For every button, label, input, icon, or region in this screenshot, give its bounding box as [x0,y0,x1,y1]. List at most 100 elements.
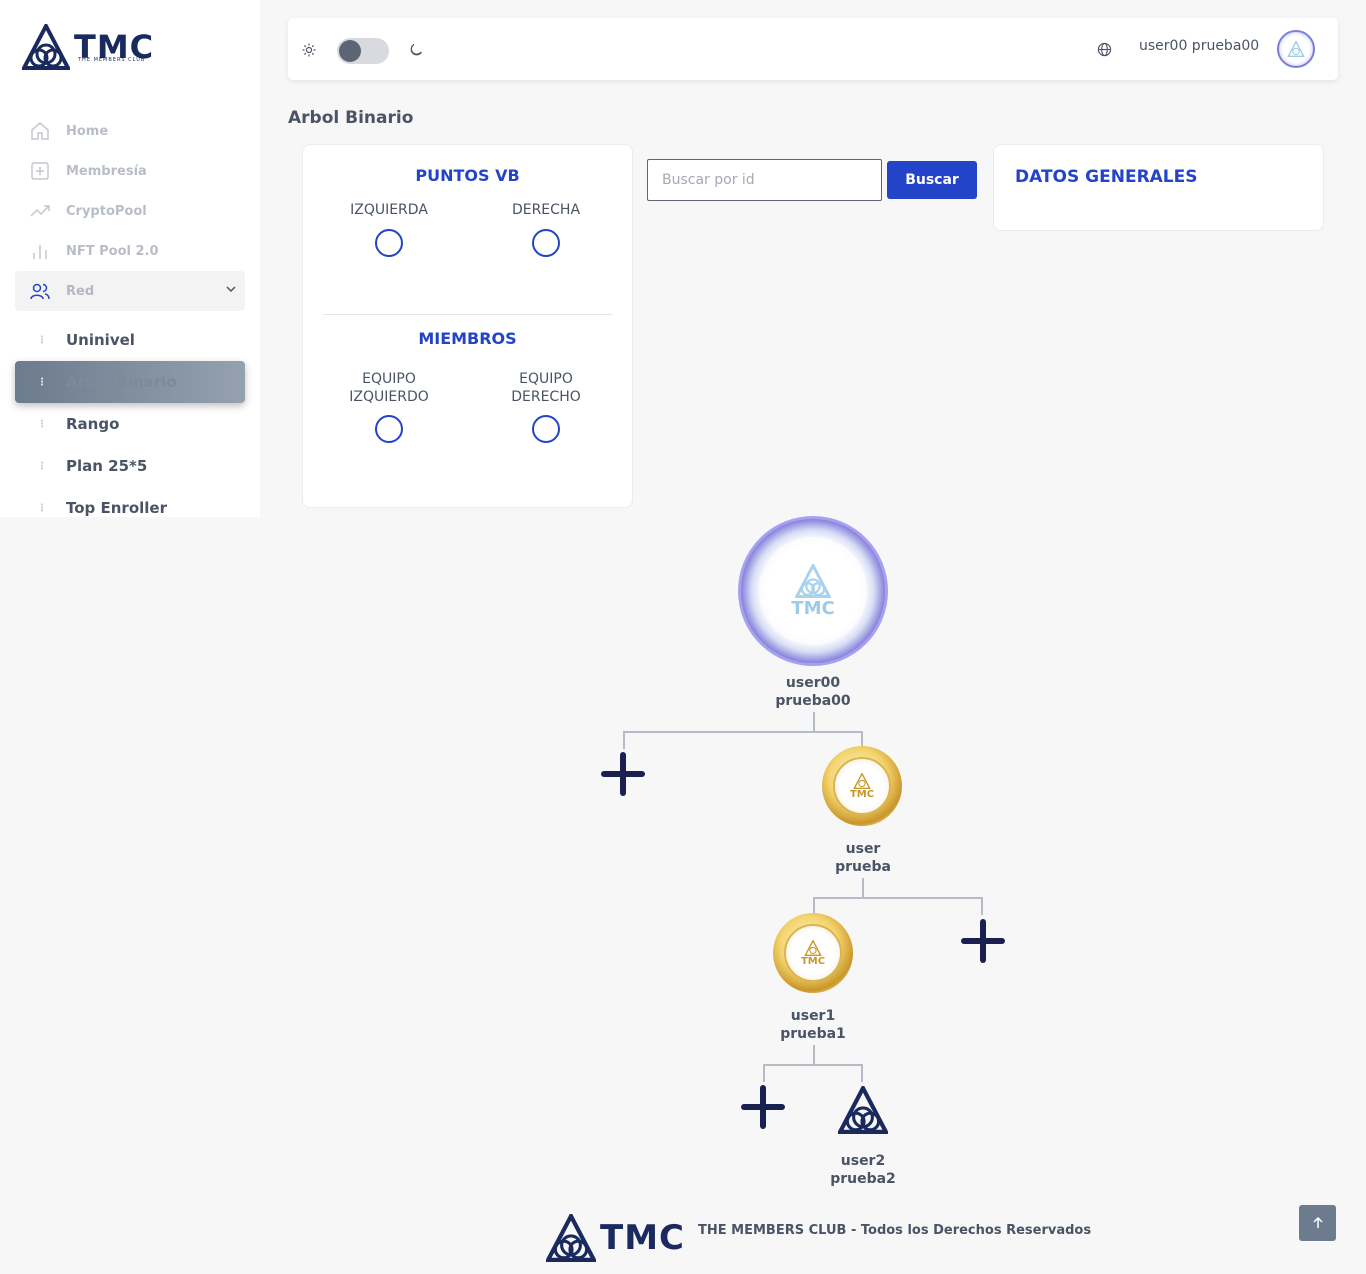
dots-vertical-icon: ⋮ [37,418,47,430]
sidebar-item-cryptopool[interactable]: CryptoPool [15,191,245,231]
moon-icon[interactable] [409,42,423,61]
sidebar-item-label: Membresía [66,163,147,179]
tree-node-user1-label[interactable]: user1 prueba1 [733,1007,893,1043]
tree-connector [763,1064,863,1066]
add-left-node-button[interactable] [741,1085,785,1129]
add-left-node-button[interactable] [601,752,645,796]
sidebar-subitem-label: Plan 25*5 [66,457,148,475]
search-input[interactable] [647,159,882,201]
tree-node-root-avatar[interactable]: TMC [738,516,888,666]
node-first-name: user1 [790,1008,836,1024]
plus-square-icon [30,161,50,181]
tree-node-root-label[interactable]: user00 prueba00 [733,674,893,710]
main-nav: Home Membresía CryptoPool NFT Pool 2.0 R… [15,111,245,529]
left-points-label: IZQUIERDA [350,202,428,218]
puntos-title: PUNTOS VB [415,166,520,185]
sun-icon[interactable] [302,42,316,61]
sidebar-subitem-uninivel[interactable]: ⋮ Uninivel [15,319,245,361]
tmc-emblem-icon [836,1083,890,1134]
red-submenu: ⋮ Uninivel ⋮ Arbol Binario ⋮ Rango ⋮ Pla… [15,319,245,529]
miembros-title: MIEMBROS [418,329,517,348]
tree-node-user2-label[interactable]: user2 prueba2 [783,1152,943,1188]
toggle-knob [339,40,361,62]
sidebar-item-label: CryptoPool [66,203,147,219]
tree-node-user-label[interactable]: user prueba [783,840,943,876]
team-right-label: EQUIPO DERECHO [511,371,581,405]
arrow-up-icon [1312,1217,1323,1228]
node-last-name: prueba [835,859,891,875]
sidebar-item-nft-pool[interactable]: NFT Pool 2.0 [15,231,245,271]
tree-node-user1-avatar[interactable]: TMC [773,913,853,993]
tree-connector [861,1064,863,1082]
sidebar-item-label: NFT Pool 2.0 [66,243,159,259]
team-right-indicator [532,415,560,443]
search-button[interactable]: Buscar [887,161,977,199]
tree-connector [623,731,863,733]
gold-badge: TMC [833,757,891,815]
sidebar-subitem-arbol-binario[interactable]: ⋮ Arbol Binario [15,361,245,403]
tmc-emblem-icon [804,939,822,956]
team-left-indicator [375,415,403,443]
right-points-label: DERECHA [511,202,581,218]
tmc-emblem-icon [22,24,70,70]
sidebar-item-membresia[interactable]: Membresía [15,151,245,191]
right-points-indicator [532,229,560,257]
dots-vertical-icon: ⋮ [37,334,47,346]
tmc-emblem-icon [1287,41,1305,57]
tree-connector [813,1045,815,1065]
tree-node-user2-avatar[interactable] [836,1083,890,1134]
general-data-card: DATOS GENERALES [993,144,1324,231]
sidebar-subitem-label: Top Enroller [66,499,167,517]
gold-badge: TMC [784,924,842,982]
sidebar-item-red[interactable]: Red [15,271,245,311]
sidebar-item-home[interactable]: Home [15,111,245,151]
tree-connector [763,1064,765,1082]
tree-connector [623,731,625,749]
datos-title: DATOS GENERALES [1015,167,1198,187]
tree-connector [813,897,983,899]
chevron-down-icon [225,283,237,299]
tree-node-user-avatar[interactable]: TMC [822,746,902,826]
sidebar-subitem-top-enroller[interactable]: ⋮ Top Enroller [15,487,245,529]
divider [323,314,612,315]
points-card: PUNTOS VB IZQUIERDA DERECHA MIEMBROS EQU… [302,144,633,508]
sidebar-subitem-rango[interactable]: ⋮ Rango [15,403,245,445]
node-last-name: prueba00 [775,693,851,709]
badge-brand: TMC [800,955,826,967]
node-first-name: user [845,841,881,857]
add-right-node-button[interactable] [961,919,1005,963]
sidebar-subitem-label: Arbol Binario [66,373,177,391]
node-first-name: user2 [840,1153,886,1169]
home-icon [30,121,50,141]
avatar[interactable] [1277,30,1315,68]
sidebar-subitem-plan[interactable]: ⋮ Plan 25*5 [15,445,245,487]
footer-copyright: THE MEMBERS CLUB - Todos los Derechos Re… [698,1223,1092,1238]
globe-icon[interactable] [1097,42,1112,61]
users-icon [30,281,50,301]
tree-connector [862,878,864,898]
top-bar: user00 prueba00 [288,18,1338,80]
page-title: Arbol Binario [288,108,414,128]
tmc-logo[interactable]: TMC THE MEMBERS CLUB [22,24,154,70]
badge-brand: TMC [791,597,835,619]
footer-logo: TMC [546,1214,685,1262]
theme-toggle[interactable] [337,38,389,64]
node-last-name: prueba2 [830,1171,896,1187]
tmc-emblem-icon [795,563,831,598]
dots-vertical-icon: ⋮ [37,460,47,472]
user-name[interactable]: user00 prueba00 [1139,38,1259,54]
tree-connector [813,712,815,732]
brand-name: TMC [600,1218,685,1258]
sidebar-subitem-label: Uninivel [66,331,135,349]
badge-brand: TMC [849,788,875,800]
sidebar-item-label: Home [66,123,109,139]
bar-chart-icon [30,241,50,261]
sidebar-subitem-label: Rango [66,415,120,433]
dots-vertical-icon: ⋮ [37,376,47,388]
scroll-to-top-button[interactable] [1299,1205,1336,1241]
sidebar: TMC THE MEMBERS CLUB Home Membresía Cryp… [0,0,260,517]
left-points-indicator [375,229,403,257]
tmc-emblem-icon [546,1214,596,1262]
trending-up-icon [30,201,50,221]
royal-diamond-badge: TMC [759,537,867,645]
